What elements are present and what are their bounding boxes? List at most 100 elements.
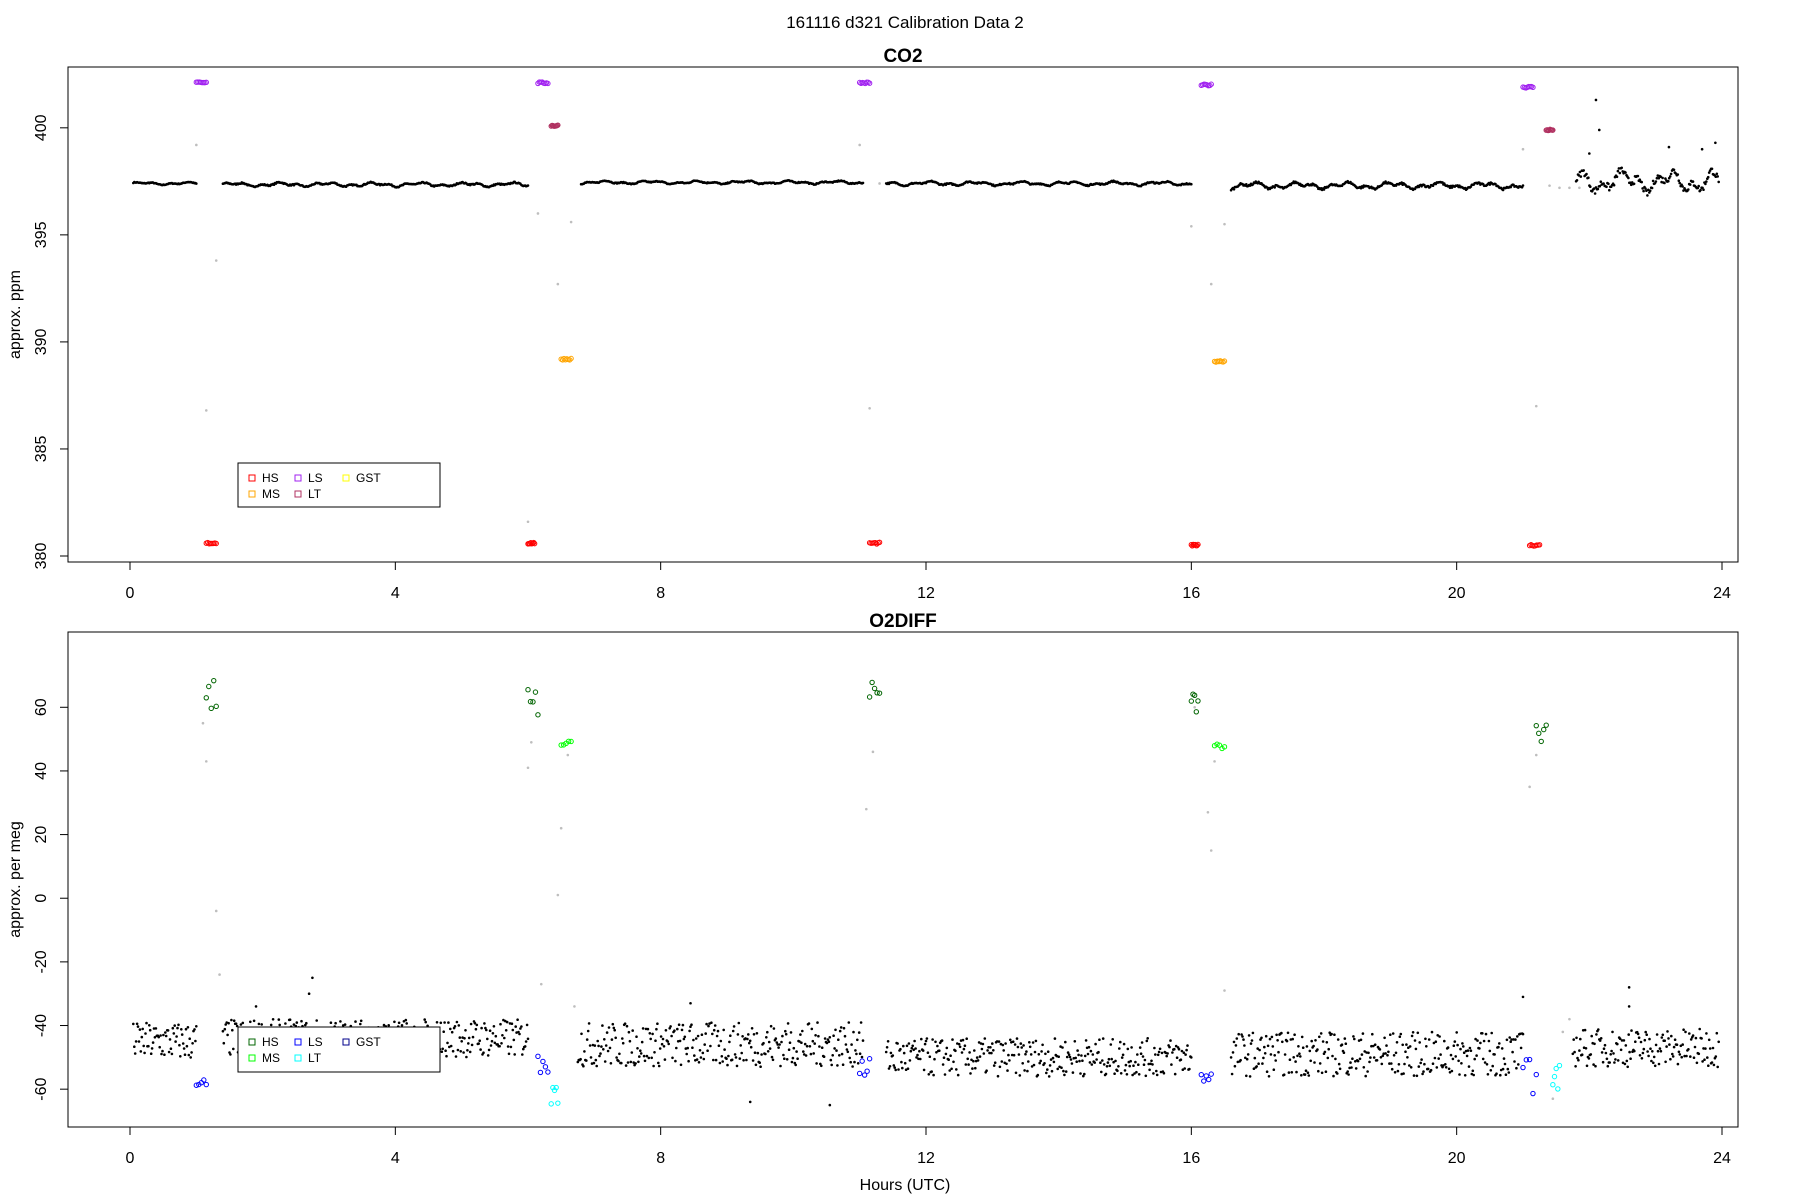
excluded-point bbox=[1209, 849, 1213, 852]
ambient-point bbox=[989, 1046, 992, 1049]
ambient-point bbox=[459, 1050, 463, 1053]
ambient-point bbox=[489, 1044, 493, 1047]
y-tick-label: 60 bbox=[33, 698, 50, 716]
y-tick-label: 400 bbox=[33, 114, 50, 141]
ambient-point bbox=[791, 1056, 795, 1060]
ambient-point bbox=[1705, 1032, 1708, 1035]
ambient-point bbox=[627, 1030, 631, 1034]
ambient-point bbox=[1653, 1064, 1657, 1068]
ambient-point bbox=[1629, 1057, 1632, 1060]
ambient-point bbox=[615, 1056, 618, 1059]
ambient-point bbox=[193, 1028, 196, 1031]
ambient-point bbox=[1107, 1057, 1111, 1061]
ambient-point bbox=[974, 1066, 977, 1070]
ambient-point bbox=[794, 1063, 797, 1067]
ambient-point bbox=[1040, 1050, 1043, 1053]
ambient-point bbox=[1463, 1074, 1467, 1077]
ambient-point bbox=[997, 1040, 1001, 1043]
ambient-point bbox=[1290, 1071, 1294, 1074]
ambient-point bbox=[1326, 1056, 1330, 1060]
ambient-point bbox=[1314, 1039, 1317, 1042]
ambient-point bbox=[1264, 1034, 1268, 1038]
ambient-point bbox=[753, 1051, 757, 1054]
ambient-point bbox=[503, 1036, 506, 1040]
ambient-point bbox=[1231, 1051, 1235, 1054]
ambient-point bbox=[747, 1033, 750, 1036]
ambient-point bbox=[1089, 1049, 1093, 1053]
ambient-point bbox=[1084, 1039, 1088, 1042]
ambient-point bbox=[462, 1051, 465, 1054]
ambient-point bbox=[1402, 1072, 1405, 1075]
ambient-point bbox=[1039, 1059, 1042, 1063]
cal-point-ls bbox=[866, 80, 873, 86]
ambient-point bbox=[1500, 1047, 1504, 1050]
ambient-point bbox=[1717, 180, 1720, 184]
ambient-point bbox=[1281, 1040, 1284, 1044]
ambient-point bbox=[518, 1032, 521, 1036]
ambient-point bbox=[1139, 1052, 1143, 1055]
ambient-point bbox=[893, 1066, 896, 1069]
ambient-point bbox=[1145, 1039, 1149, 1043]
ambient-point bbox=[1393, 1071, 1397, 1074]
ambient-point bbox=[785, 1058, 789, 1061]
ambient-point bbox=[602, 1048, 605, 1051]
ambient-point bbox=[1667, 179, 1670, 183]
ambient-point bbox=[1081, 1059, 1084, 1062]
ambient-point bbox=[1684, 1030, 1687, 1034]
excluded-point bbox=[1206, 811, 1210, 814]
ambient-point bbox=[957, 1042, 961, 1046]
ambient-point bbox=[269, 1023, 273, 1027]
ambient-point bbox=[1493, 1053, 1496, 1056]
ambient-point bbox=[810, 1027, 814, 1031]
ambient-point bbox=[449, 1027, 452, 1031]
ambient-point bbox=[1361, 1032, 1365, 1035]
ambient-point bbox=[856, 1062, 860, 1065]
ambient-point bbox=[1336, 1038, 1340, 1041]
ambient-point bbox=[767, 1040, 771, 1044]
ambient-point bbox=[1157, 1050, 1161, 1054]
ambient-point bbox=[601, 1024, 604, 1027]
ambient-point bbox=[492, 1025, 496, 1028]
ambient-point bbox=[982, 1052, 986, 1055]
ambient-point bbox=[901, 1066, 904, 1070]
ambient-point bbox=[720, 1055, 724, 1058]
ambient-point bbox=[1495, 1072, 1498, 1075]
ambient-point bbox=[190, 1051, 193, 1054]
ambient-point bbox=[1676, 1062, 1680, 1066]
ambient-point bbox=[964, 1063, 968, 1066]
ambient-point bbox=[1026, 1069, 1029, 1073]
ambient-point bbox=[694, 1037, 698, 1040]
ambient-point bbox=[679, 1063, 683, 1067]
excluded-point bbox=[530, 740, 533, 744]
ambient-point bbox=[652, 1064, 655, 1068]
ambient-point bbox=[1075, 1060, 1078, 1063]
ambient-point bbox=[1642, 1047, 1646, 1051]
y-tick-label: 380 bbox=[33, 543, 50, 570]
ambient-point bbox=[1390, 1067, 1394, 1071]
ambient-point bbox=[1137, 1063, 1140, 1066]
ambient-point bbox=[1071, 1071, 1075, 1074]
ambient-point bbox=[526, 1037, 530, 1041]
cal-point-ls bbox=[1206, 1076, 1212, 1083]
ambient-point bbox=[1677, 1050, 1681, 1054]
ambient-point bbox=[1305, 1045, 1309, 1048]
ambient-point bbox=[842, 1026, 846, 1030]
ambient-point bbox=[444, 1049, 447, 1052]
panels: CO20 4 8 12 16 20 24380385390395400approx. ppm… bbox=[7, 46, 1739, 1167]
ambient-point bbox=[674, 1059, 677, 1063]
ambient-point bbox=[804, 1054, 808, 1057]
ambient-point bbox=[1682, 1028, 1685, 1031]
ambient-point bbox=[1153, 1046, 1156, 1050]
ambient-point bbox=[446, 1041, 449, 1045]
ambient-point bbox=[1716, 1065, 1719, 1069]
ambient-point bbox=[1261, 1062, 1264, 1065]
ambient-point bbox=[1053, 1037, 1057, 1040]
ambient-point bbox=[1647, 1054, 1650, 1058]
ambient-point bbox=[598, 1054, 601, 1058]
cal-point-hs bbox=[1195, 698, 1201, 704]
ambient-point bbox=[1575, 179, 1579, 182]
ambient-point bbox=[1242, 1038, 1245, 1041]
ambient-point bbox=[1134, 1060, 1137, 1064]
ambient-point bbox=[397, 1021, 401, 1025]
ambient-point bbox=[1705, 180, 1708, 183]
